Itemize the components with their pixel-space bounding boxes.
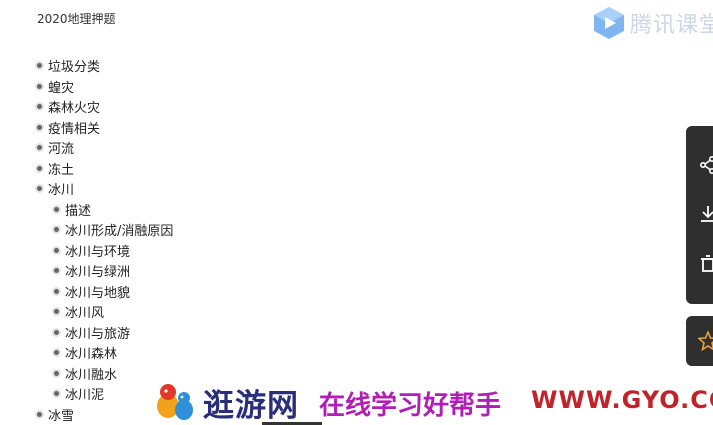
page-title: 2020地理押题 (37, 12, 116, 26)
promo-banner[interactable]: 逛游网 在线学习好帮手 WWW.GYO.CC (147, 378, 713, 425)
outline-subtopic[interactable]: 冰川与旅游 (65, 323, 130, 342)
banner-tagline: 在线学习好帮手 (319, 391, 502, 421)
outline-subtopic[interactable]: 描述 (65, 200, 91, 219)
download-icon[interactable] (698, 204, 713, 224)
outline-topic[interactable]: 垃圾分类 (48, 56, 100, 75)
outline-topic[interactable]: 疫情相关 (48, 118, 100, 137)
bullet-dot (37, 104, 42, 109)
favorite-toolbar (686, 316, 713, 366)
bullet-dot (37, 145, 42, 150)
bullet-dot (37, 165, 42, 171)
bullet-dot (37, 83, 42, 89)
bullet-dot (54, 268, 59, 273)
outline-subtopic[interactable]: 冰川风 (65, 302, 104, 321)
bullet-dot (54, 206, 59, 212)
outline-topic[interactable]: 冰川 (48, 179, 74, 198)
outline-subtopic[interactable]: 冰川泥 (65, 384, 104, 403)
bullet-dot (37, 411, 42, 417)
outline-topic[interactable]: 冰雪 (48, 405, 74, 424)
bullet-dot (54, 350, 59, 355)
outline-subtopic[interactable]: 冰川形成/消融原因 (65, 220, 173, 239)
outline-subtopic[interactable]: 冰川与绿洲 (65, 261, 130, 280)
bullet-dot (37, 124, 42, 130)
bullet-dot (37, 63, 42, 68)
outline-topic[interactable]: 河流 (48, 138, 74, 157)
bullet-dot (54, 309, 59, 314)
star-icon[interactable] (698, 331, 713, 351)
mascot-icon (157, 384, 193, 420)
outline-topic[interactable]: 森林火灾 (48, 97, 100, 116)
bullet-dot (37, 186, 42, 191)
banner-url: WWW.GYO.CC (531, 386, 713, 414)
bullet-dot (54, 288, 59, 294)
bullet-dot (54, 370, 59, 376)
brand-text: 腾讯课堂 (630, 13, 713, 38)
outline-subtopic[interactable]: 冰川森林 (65, 343, 117, 362)
delete-icon[interactable] (698, 254, 713, 274)
play-logo-icon (594, 7, 624, 39)
bullet-dot (54, 247, 59, 253)
outline-topic[interactable]: 蝗灾 (48, 77, 74, 96)
share-icon[interactable] (698, 155, 713, 175)
side-toolbar (686, 126, 713, 304)
bullet-dot (54, 391, 59, 396)
bullet-dot (54, 329, 59, 335)
outline-topic[interactable]: 冻土 (48, 159, 74, 178)
bullet-dot (54, 227, 59, 232)
outline-subtopic[interactable]: 冰川融水 (65, 364, 117, 383)
outline-subtopic[interactable]: 冰川与地貌 (65, 282, 130, 301)
banner-logo: 逛游网 (203, 388, 299, 424)
outline-subtopic[interactable]: 冰川与环境 (65, 241, 130, 260)
brand-watermark: 腾讯课堂 (592, 6, 713, 40)
